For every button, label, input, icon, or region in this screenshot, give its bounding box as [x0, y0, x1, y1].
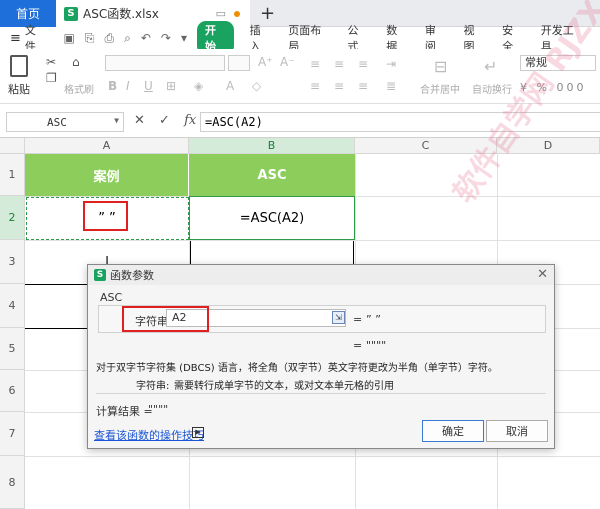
tab-document-label: ASC函数.xlsx	[83, 7, 159, 21]
result-equals: =	[353, 339, 363, 352]
spreadsheet-logo-icon: S	[94, 269, 106, 281]
preview-icon[interactable]: ⌕	[124, 31, 131, 46]
paste-label[interactable]: 粘贴	[8, 81, 30, 97]
align-top-icon[interactable]: ≡	[310, 57, 320, 71]
clear-icon[interactable]: ◇	[252, 79, 261, 93]
calc-result-value: """"	[148, 403, 169, 416]
row-header-2[interactable]: 2	[0, 196, 25, 240]
print-icon[interactable]: ⎙	[105, 31, 115, 46]
highlight-box-arg	[122, 306, 209, 332]
format-painter-icon[interactable]: ⌂	[72, 55, 80, 69]
unsaved-dot-icon	[234, 10, 240, 17]
calc-result-label: 计算结果 =	[96, 405, 153, 418]
wrap-text-icon[interactable]: ↵	[484, 57, 497, 76]
new-tab-plus-icon[interactable]: +	[260, 3, 275, 24]
align-left-icon[interactable]: ≡	[310, 79, 320, 93]
cut-icon[interactable]: ✂	[46, 55, 56, 69]
cell-b1[interactable]: ASC	[189, 154, 355, 196]
row-header-3[interactable]: 3	[0, 240, 25, 284]
font-color-icon[interactable]: A	[226, 79, 234, 93]
arg-description: 需要转行成单字节的文本，或对文本单元格的引用	[174, 381, 394, 392]
justify-icon[interactable]: ≣	[386, 79, 396, 93]
fx-icon[interactable]: fx	[184, 113, 196, 128]
align-right-icon[interactable]: ≡	[358, 79, 368, 93]
video-play-icon[interactable]: ▶	[192, 427, 204, 438]
row-header-4[interactable]: 4	[0, 284, 25, 328]
font-name-select[interactable]	[105, 55, 225, 71]
copy-icon[interactable]: ❐	[46, 71, 57, 85]
function-description: 对于双字节字符集 (DBCS) 语言，将全角（双字节）英文字符更改为半角（单字节…	[96, 363, 498, 374]
name-box-value: ASC	[47, 115, 67, 129]
name-box[interactable]: ASC ▼	[6, 112, 124, 132]
font-grow-icon[interactable]: A⁺	[258, 55, 273, 69]
dialog-divider	[96, 393, 546, 394]
align-bottom-icon[interactable]: ≡	[358, 57, 368, 71]
arg-equals: =	[353, 313, 363, 326]
align-middle-icon[interactable]: ≡	[334, 57, 344, 71]
cell-a1[interactable]: 案例	[25, 154, 189, 196]
function-result: """"	[366, 339, 387, 352]
merge-center-label[interactable]: 合并居中	[420, 81, 460, 96]
cancel-x-icon[interactable]: ✕	[134, 113, 145, 128]
redo-icon[interactable]: ↷	[161, 31, 171, 45]
more-icon[interactable]: ▾	[181, 31, 187, 45]
cancel-button[interactable]: 取消	[486, 420, 548, 442]
paste-icon[interactable]	[10, 55, 28, 77]
font-size-select[interactable]	[228, 55, 250, 71]
indent-icon[interactable]: ⇥	[386, 57, 396, 71]
ok-button[interactable]: 确定	[422, 420, 484, 442]
close-icon[interactable]: ✕	[537, 267, 548, 282]
arg-description-label: 字符串:	[136, 381, 170, 392]
row-header-5[interactable]: 5	[0, 328, 25, 370]
highlight-box-a2	[83, 201, 128, 231]
spreadsheet-logo-icon: S	[64, 6, 78, 21]
help-link[interactable]: 查看该函数的操作技巧	[94, 427, 204, 443]
row-header-1[interactable]: 1	[0, 154, 25, 196]
cell-b2[interactable]: =ASC(A2)	[189, 196, 355, 240]
row-header-8[interactable]: 8	[0, 456, 25, 509]
col-header-a[interactable]: A	[25, 138, 189, 154]
dialog-title-bar[interactable]: S 函数参数 ✕	[88, 265, 554, 285]
font-shrink-icon[interactable]: A⁻	[280, 55, 295, 69]
fill-color-icon[interactable]: ◈	[194, 79, 203, 93]
confirm-check-icon[interactable]: ✓	[159, 113, 170, 128]
chevron-down-icon[interactable]: ▼	[114, 116, 119, 125]
col-header-b[interactable]: B	[189, 138, 355, 154]
menu-bar: ≡ 文件 ▣ ⎘ ⎙ ⌕ ↶ ↷ ▾ 开始 插入 页面布局 公式 数据 审阅 视…	[0, 21, 600, 55]
border-icon[interactable]: ⊞	[166, 79, 176, 93]
formula-actions: ✕ ✓ fx	[134, 113, 206, 128]
merge-center-icon[interactable]: ⊟	[434, 57, 447, 76]
align-center-icon[interactable]: ≡	[334, 79, 344, 93]
row-header-6[interactable]: 6	[0, 370, 25, 412]
bold-icon[interactable]: B	[108, 79, 117, 93]
italic-icon[interactable]: I	[126, 79, 130, 93]
undo-icon[interactable]: ↶	[141, 31, 151, 45]
underline-icon[interactable]: U	[144, 79, 153, 93]
range-select-icon[interactable]: ⇲	[332, 311, 345, 324]
select-all-corner[interactable]	[0, 138, 25, 154]
format-painter-label[interactable]: 格式刷	[64, 81, 94, 96]
monitor-icon[interactable]: ▭	[216, 7, 226, 20]
row-header-7[interactable]: 7	[0, 412, 25, 456]
menu-icon[interactable]: ≡	[10, 31, 21, 46]
export-icon[interactable]: ⎘	[85, 31, 95, 46]
function-name: ASC	[100, 291, 123, 304]
dialog-title: 函数参数	[110, 269, 154, 282]
function-arguments-dialog: S 函数参数 ✕ ASC 字符串 A2 ⇲ = ” ” = """" 对于双字节…	[87, 264, 555, 449]
arg-result: ” ”	[366, 313, 381, 326]
save-icon[interactable]: ▣	[64, 31, 75, 45]
